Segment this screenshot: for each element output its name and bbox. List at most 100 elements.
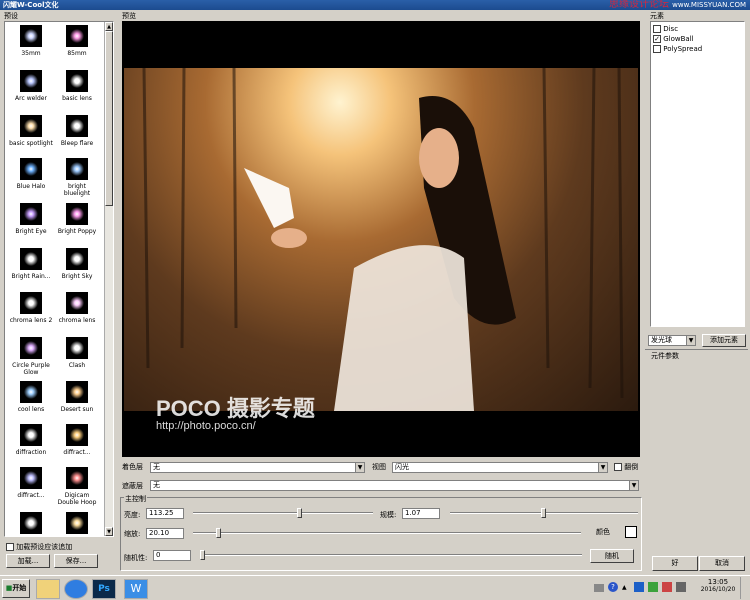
color-swatch[interactable] — [625, 526, 637, 538]
preset-item[interactable]: Bright Rain... — [9, 248, 53, 280]
zoom-input[interactable]: 20.10 — [146, 528, 184, 539]
element-label: PolySpread — [661, 45, 703, 53]
preset-item[interactable]: Digicam Double Hoop — [55, 467, 99, 506]
lens-flare-icon — [66, 115, 88, 137]
lens-flare-icon — [20, 467, 42, 489]
sogou-icon[interactable] — [64, 579, 88, 599]
chevron-down-icon[interactable]: ▼ — [629, 481, 638, 490]
flash-checkbox[interactable]: 翻倒 — [614, 462, 638, 472]
preset-label: chroma lens 2 — [9, 317, 53, 324]
app-w-icon[interactable]: W — [124, 579, 148, 599]
preset-item[interactable]: Clash — [55, 337, 99, 369]
preset-item[interactable]: cool lens — [9, 381, 53, 413]
preset-item[interactable]: Circle Purple Glow — [9, 337, 53, 376]
mask-layer-combo[interactable]: 无 ▼ — [150, 480, 639, 491]
cancel-button[interactable]: 取消 — [699, 556, 745, 571]
help-icon[interactable]: ? — [608, 582, 618, 592]
presets-label: 预设 — [4, 12, 18, 20]
zoom-slider-knob[interactable] — [215, 528, 221, 538]
element-checkbox[interactable]: ✓ — [653, 35, 661, 43]
ok-button[interactable]: 好 — [652, 556, 698, 571]
append-checkbox[interactable]: 加载预设应该追加 — [6, 542, 72, 552]
preset-item[interactable]: Bleep flare — [55, 115, 99, 147]
lens-flare-icon — [20, 25, 42, 47]
tray-chevron-icon[interactable]: ▲ — [622, 584, 627, 591]
preset-item[interactable]: Digicam — [9, 512, 53, 536]
random-slider-knob[interactable] — [200, 550, 205, 560]
chevron-down-icon[interactable]: ▼ — [355, 463, 364, 472]
lens-flare-icon — [20, 115, 42, 137]
window-title: 闪耀W-Cool文化 — [3, 1, 59, 9]
start-button[interactable]: ■开始 — [2, 579, 30, 598]
volume-icon[interactable] — [676, 582, 686, 592]
presets-list[interactable]: 35mm 85mm Arc welder basic lens basic spotli… — [4, 21, 114, 537]
preset-item[interactable]: diffract... — [55, 424, 99, 456]
photoshop-icon[interactable]: Ps — [92, 579, 116, 599]
element-item[interactable]: ✓ GlowBall — [653, 34, 702, 44]
preset-item[interactable]: chroma lens — [55, 292, 99, 324]
preset-item[interactable]: Blue Halo — [9, 158, 53, 190]
preset-item[interactable]: Arc welder — [9, 70, 53, 102]
chevron-down-icon[interactable]: ▼ — [598, 463, 607, 472]
preset-item[interactable]: 85mm — [55, 25, 99, 57]
mask-layer-label: 遮蔽层 — [122, 482, 143, 490]
view-combo[interactable]: 闪光 ▼ — [392, 462, 608, 473]
tray-keyboard-icon[interactable] — [594, 584, 604, 592]
preset-item[interactable]: bright bluelight — [55, 158, 99, 197]
element-item[interactable]: Disc — [653, 24, 702, 34]
preset-item[interactable]: Bright Poppy — [55, 203, 99, 235]
random-input[interactable]: 0 — [153, 550, 191, 561]
element-checkbox[interactable] — [653, 25, 661, 33]
preset-item[interactable]: diffraction — [9, 424, 53, 456]
scale-input[interactable]: 1.07 — [402, 508, 440, 519]
element-type-combo[interactable]: 发光球 ▼ — [648, 335, 696, 346]
element-item[interactable]: PolySpread — [653, 44, 702, 54]
element-checkbox[interactable] — [653, 45, 661, 53]
add-element-button[interactable]: 添加元素 — [702, 334, 746, 347]
random-label: 随机性: — [124, 554, 148, 562]
lens-flare-icon — [66, 424, 88, 446]
scale-slider-knob[interactable] — [541, 508, 546, 518]
brightness-slider[interactable] — [193, 508, 373, 518]
append-checkbox-box[interactable] — [6, 543, 14, 551]
preset-item[interactable]: Bright Sky — [55, 248, 99, 280]
preset-item[interactable]: 35mm — [9, 25, 53, 57]
lens-flare-icon — [66, 512, 88, 534]
security-icon[interactable] — [648, 582, 658, 592]
random-slider[interactable] — [200, 550, 582, 560]
preview-canvas[interactable]: POCO 摄影专题 http://photo.poco.cn/ — [122, 21, 640, 457]
shield-icon[interactable] — [634, 582, 644, 592]
element-params-label: 元件参数 — [651, 352, 679, 360]
elements-label: 元素 — [650, 12, 664, 20]
zoom-slider[interactable] — [193, 528, 581, 538]
flag-icon[interactable] — [662, 582, 672, 592]
preset-item[interactable]: Digicam Sun — [55, 512, 99, 536]
brightness-input[interactable]: 113.25 — [146, 508, 184, 519]
load-button[interactable]: 加载... — [6, 554, 50, 568]
color-layer-combo[interactable]: 无 ▼ — [150, 462, 365, 473]
preset-item[interactable]: Desert sun — [55, 381, 99, 413]
preset-label: Digicam Double Hoop — [57, 492, 97, 506]
brightness-slider-knob[interactable] — [297, 508, 303, 518]
save-button[interactable]: 保存... — [54, 554, 98, 568]
scroll-up-icon[interactable]: ▲ — [105, 22, 113, 31]
show-desktop-button[interactable] — [740, 577, 749, 599]
random-button[interactable]: 随机 — [590, 549, 634, 563]
elements-list[interactable]: Disc ✓ GlowBall PolySpread — [650, 21, 745, 327]
lens-flare-icon — [66, 203, 88, 225]
lens-flare-icon — [66, 158, 88, 180]
flash-checkbox-box[interactable] — [614, 463, 622, 471]
brightness-label: 亮度: — [124, 511, 141, 519]
preset-item[interactable]: basic spotlight — [9, 115, 53, 147]
preset-item[interactable]: Bright Eye — [9, 203, 53, 235]
file-explorer-icon[interactable] — [36, 579, 60, 599]
scale-slider[interactable] — [450, 508, 638, 518]
scroll-thumb[interactable] — [105, 31, 113, 206]
chevron-down-icon[interactable]: ▼ — [686, 336, 695, 345]
clock[interactable]: 13:05 2016/10/20 — [700, 578, 736, 593]
preset-item[interactable]: diffract... — [9, 467, 53, 499]
preset-item[interactable]: chroma lens 2 — [9, 292, 53, 324]
presets-scrollbar[interactable]: ▲ ▼ — [104, 22, 113, 536]
preset-item[interactable]: basic lens — [55, 70, 99, 102]
scroll-down-icon[interactable]: ▼ — [105, 527, 113, 536]
